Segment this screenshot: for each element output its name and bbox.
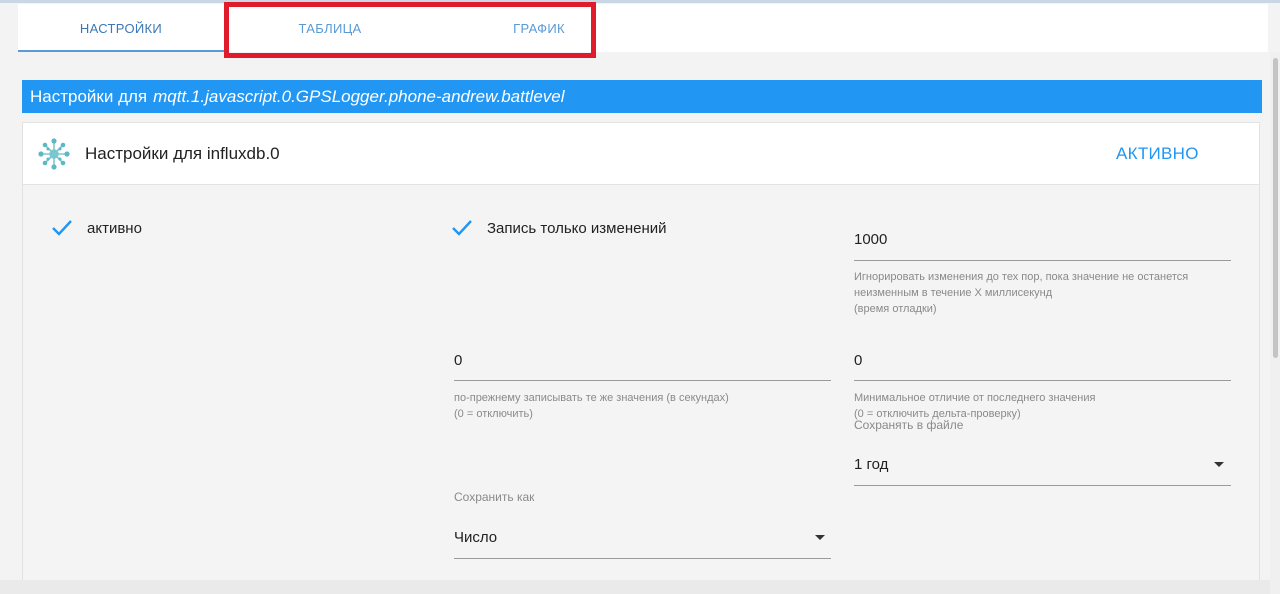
scrollbar-thumb[interactable] [1273, 58, 1278, 358]
store-as-underline [454, 558, 831, 559]
card-title: Настройки для influxdb.0 [85, 144, 280, 163]
min-delta-underline [854, 380, 1231, 381]
still-write-underline [454, 380, 831, 381]
card-header: Настройки для influxdb.0 АКТИВНО [23, 123, 1259, 185]
tab-bar: НАСТРОЙКИ ТАБЛИЦА ГРАФИК [18, 4, 1268, 52]
retention-select[interactable]: 1 год [854, 456, 888, 473]
settings-card: Настройки для influxdb.0 АКТИВНО активно… [22, 122, 1260, 594]
changes-only-label: Запись только изменений [487, 220, 667, 237]
highlight-annotation [224, 2, 596, 58]
retention-label: Сохранять в файле [854, 418, 964, 432]
enabled-label: активно [87, 220, 142, 237]
debounce-input[interactable]: 1000 [854, 231, 887, 248]
header-object-id: mqtt.1.javascript.0.GPSLogger.phone-andr… [153, 86, 565, 106]
still-write-help: по-прежнему записывать те же значения (в… [454, 392, 729, 420]
status-badge: АКТИВНО [1116, 144, 1199, 163]
top-line [0, 0, 1280, 3]
page-header: Настройки для mqtt.1.javascript.0.GPSLog… [22, 80, 1262, 113]
store-as-chevron-down-icon[interactable] [815, 535, 825, 540]
tab-settings[interactable]: НАСТРОЙКИ [18, 4, 224, 52]
store-as-label: Сохранить как [454, 490, 535, 504]
header-prefix: Настройки для [30, 86, 148, 106]
tab-active-indicator [18, 50, 224, 52]
debounce-underline [854, 260, 1231, 261]
retention-underline [854, 485, 1231, 486]
enabled-checkbox[interactable] [51, 219, 73, 237]
retention-chevron-down-icon[interactable] [1214, 462, 1224, 467]
store-as-select[interactable]: Число [454, 529, 497, 546]
influxdb-logo-icon [38, 138, 70, 170]
min-delta-input[interactable]: 0 [854, 352, 862, 369]
debounce-help: Игнорировать изменения до тех пор, пока … [854, 271, 1189, 315]
bottom-bar [0, 580, 1280, 594]
changes-only-checkbox[interactable] [451, 219, 473, 237]
still-write-input[interactable]: 0 [454, 352, 462, 369]
